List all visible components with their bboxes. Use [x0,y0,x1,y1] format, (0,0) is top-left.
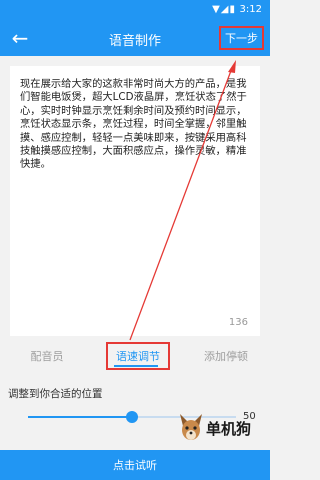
active-tab-indicator [114,365,158,367]
settings-tabs: 配音员 语速调节 添加停顿 [0,340,270,374]
watermark-text: 单机狗 [206,420,252,438]
next-step-button[interactable]: 下一步 [219,26,264,50]
script-text[interactable]: 现在展示给大家的这款非常时尚大方的产品，是我们智能电饭煲，超大LCD液晶屏，烹饪… [20,78,252,172]
text-editor-card[interactable]: 现在展示给大家的这款非常时尚大方的产品，是我们智能电饭煲，超大LCD液晶屏，烹饪… [10,66,260,336]
tab-voice-actor[interactable]: 配音员 [22,348,72,364]
speed-slider-fill [28,416,132,418]
speed-slider-thumb[interactable] [126,411,138,423]
dog-logo-icon [180,414,202,440]
watermark-logo: 单机狗 [176,410,266,446]
tab-add-pause[interactable]: 添加停顿 [196,348,256,364]
status-icons: ▼◢▮ [212,4,236,15]
character-count: 136 [228,317,248,328]
status-time: 3:12 [239,4,262,15]
app-bar: ← 语音制作 下一步 [0,20,270,56]
status-bar: ▼◢▮ 3:12 [0,0,270,20]
try-listen-button[interactable]: 点击试听 [0,450,270,480]
speed-adjust-label: 调整到你合适的位置 [8,388,103,400]
